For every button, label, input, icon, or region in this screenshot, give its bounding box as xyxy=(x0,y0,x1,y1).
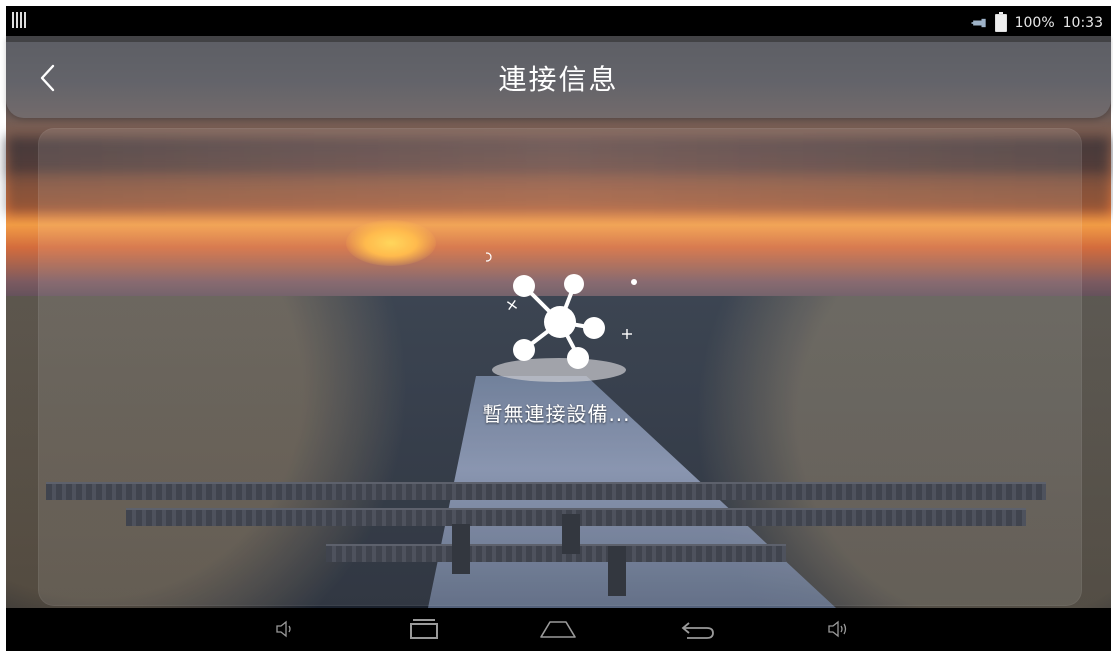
volume-up-button[interactable] xyxy=(818,614,858,644)
recent-apps-icon xyxy=(410,619,438,639)
volume-down-icon xyxy=(276,620,291,638)
usb-icon xyxy=(971,18,986,28)
clock: 10:33 xyxy=(1062,15,1103,31)
battery-charging-icon xyxy=(994,12,1007,32)
signal-bars-icon xyxy=(12,12,26,30)
home-icon xyxy=(540,621,576,638)
volume-up-icon xyxy=(828,620,847,638)
page-title: 連接信息 xyxy=(498,63,619,96)
app-screen: 100% 10:33 連接信息 暫無連接設備... xyxy=(0,0,1113,651)
back-icon xyxy=(681,622,714,639)
navigation-bar xyxy=(6,608,1111,651)
recent-apps-button[interactable] xyxy=(404,614,444,644)
device-network-hub-icon xyxy=(486,252,637,369)
battery-percentage: 100% xyxy=(1014,15,1055,31)
back-nav-button[interactable] xyxy=(678,614,718,644)
volume-down-button[interactable] xyxy=(264,614,304,644)
header-bar: 連接信息 xyxy=(6,36,1111,118)
home-button[interactable] xyxy=(538,614,578,644)
no-devices-message: 暫無連接設備... xyxy=(482,402,631,426)
